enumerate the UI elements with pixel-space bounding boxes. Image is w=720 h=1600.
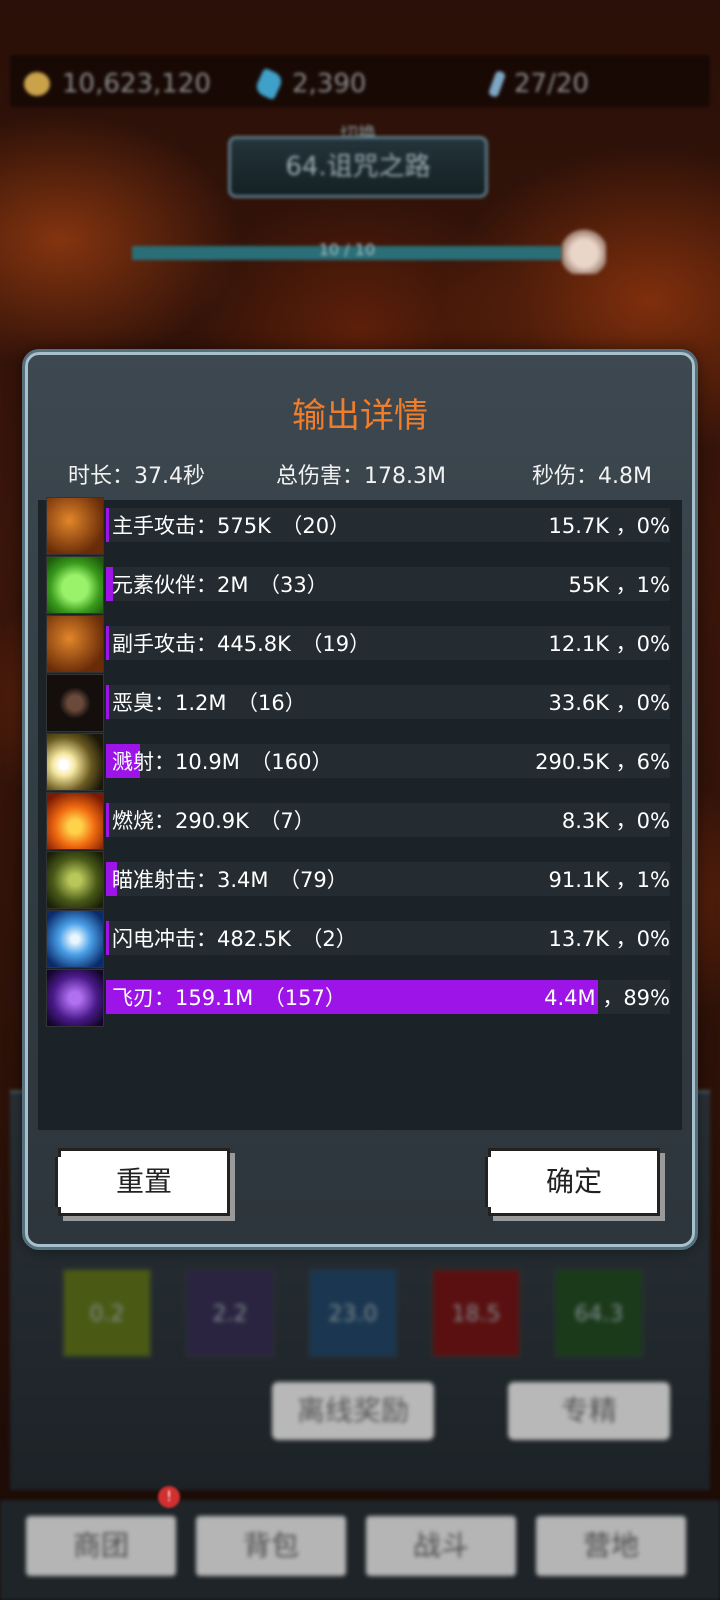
skill-dps-share: 13.7K ，0% <box>548 927 670 951</box>
stench-icon <box>46 674 104 732</box>
key-icon <box>487 70 507 98</box>
skill-slot[interactable]: 18.5 <box>431 1268 521 1358</box>
dps-value: 4.8M <box>598 464 652 489</box>
mastery-button[interactable]: 专精 <box>508 1382 670 1440</box>
skill-dps-share: 12.1K ，0% <box>548 632 670 656</box>
total-damage-label: 总伤害： <box>276 464 365 489</box>
confirm-button[interactable]: 确定 <box>485 1148 660 1216</box>
total-damage-value: 178.3M <box>364 464 446 489</box>
skill-damage-label: 溅射：10.9M （160） <box>112 750 333 774</box>
damage-row: 燃烧：290.9K （7） 8.3K ，0% <box>44 792 670 850</box>
damage-row: 溅射：10.9M （160） 290.5K ，6% <box>44 733 670 791</box>
damage-row: 飞刃：159.1M （157） 4.4M ，89% <box>44 969 670 1027</box>
tab-battle[interactable]: 战斗 <box>366 1516 516 1576</box>
tab-guild[interactable]: 商团 <box>26 1516 176 1576</box>
damage-bar-fill <box>106 803 109 837</box>
sword-orange-icon <box>46 615 104 673</box>
skill-slot[interactable]: 64.3 <box>554 1268 644 1358</box>
skill-slot[interactable]: 23.0 <box>308 1268 398 1358</box>
damage-bar-fill <box>106 921 109 955</box>
gold-coin-icon <box>24 72 50 96</box>
skill-dps-share: 55K ，1% <box>568 573 670 597</box>
stage-name: 64.诅咒之路 <box>228 136 488 198</box>
sword-orange-icon <box>46 497 104 555</box>
splash-burst-icon <box>46 733 104 791</box>
skill-damage-label: 瞄准射击：3.4M （79） <box>112 868 348 892</box>
skill-dps-share: 8.3K ，0% <box>561 809 670 833</box>
tab-backpack[interactable]: 背包 <box>196 1516 346 1576</box>
damage-row: 闪电冲击：482.5K （2） 13.7K ，0% <box>44 910 670 968</box>
flying-blade-icon <box>46 969 104 1027</box>
gold-counter: 10,623,120 <box>24 69 211 99</box>
tab-camp[interactable]: 营地 <box>536 1516 686 1576</box>
duration-stat: 时长：37.4秒 <box>68 458 205 490</box>
dps-label: 秒伤： <box>532 464 599 489</box>
stage-selector[interactable]: 切换 64.诅咒之路 <box>228 124 488 202</box>
key-value: 27/20 <box>514 69 589 99</box>
skill-dps-share: 4.4M ，89% <box>544 986 670 1010</box>
duration-value: 37.4秒 <box>134 464 206 489</box>
dps-stat: 秒伤：4.8M <box>532 458 652 490</box>
damage-row: 副手攻击：445.8K （19） 12.1K ，0% <box>44 615 670 673</box>
skill-damage-label: 飞刃：159.1M （157） <box>112 986 346 1010</box>
skill-damage-label: 副手攻击：445.8K （19） <box>112 632 371 656</box>
skill-damage-label: 闪电冲击：482.5K （2） <box>112 927 357 951</box>
gem-value: 2,390 <box>292 69 367 99</box>
damage-row: 瞄准射击：3.4M （79） 91.1K ，1% <box>44 851 670 909</box>
damage-row: 主手攻击：575K （20） 15.7K ，0% <box>44 497 670 555</box>
offline-reward-button[interactable]: 离线奖励 <box>272 1382 434 1440</box>
damage-row: 恶臭：1.2M （16） 33.6K ，0% <box>44 674 670 732</box>
total-damage-stat: 总伤害：178.3M <box>276 458 446 490</box>
paw-green-icon <box>46 556 104 614</box>
gem-counter: 2,390 <box>253 67 367 101</box>
duration-label: 时长： <box>68 464 135 489</box>
skill-damage-label: 燃烧：290.9K （7） <box>112 809 315 833</box>
skill-damage-label: 主手攻击：575K （20） <box>112 514 351 538</box>
skill-damage-label: 恶臭：1.2M （16） <box>112 691 306 715</box>
bow-icon <box>46 851 104 909</box>
modal-title: 输出详情 <box>292 396 428 436</box>
gem-icon <box>253 67 285 101</box>
reset-button[interactable]: 重置 <box>55 1148 230 1216</box>
lightning-icon <box>46 910 104 968</box>
gold-value: 10,623,120 <box>62 69 211 99</box>
boss-skull-icon <box>562 228 606 274</box>
skill-dps-share: 33.6K ，0% <box>548 691 670 715</box>
resource-bar: 10,623,120 2,390 27/20 <box>10 55 710 107</box>
stage-progress-bar: 10 / 10 <box>132 240 562 260</box>
fire-icon <box>46 792 104 850</box>
stage-progress-text: 10 / 10 <box>318 240 376 259</box>
damage-row: 元素伙伴：2M （33） 55K ，1% <box>44 556 670 614</box>
damage-bar-fill <box>106 685 109 719</box>
skill-dps-share: 290.5K ，6% <box>535 750 670 774</box>
skill-slot[interactable]: 2.2 <box>185 1268 275 1358</box>
damage-bar-fill <box>106 626 109 660</box>
skill-dps-share: 15.7K ，0% <box>548 514 670 538</box>
key-counter: 27/20 <box>487 69 589 99</box>
tab-notification-badge: ! <box>158 1486 180 1508</box>
damage-bar-fill <box>106 508 109 542</box>
skill-damage-label: 元素伙伴：2M （33） <box>112 573 328 597</box>
skill-dps-share: 91.1K ，1% <box>548 868 670 892</box>
skill-slot[interactable]: 0.2 <box>62 1268 152 1358</box>
